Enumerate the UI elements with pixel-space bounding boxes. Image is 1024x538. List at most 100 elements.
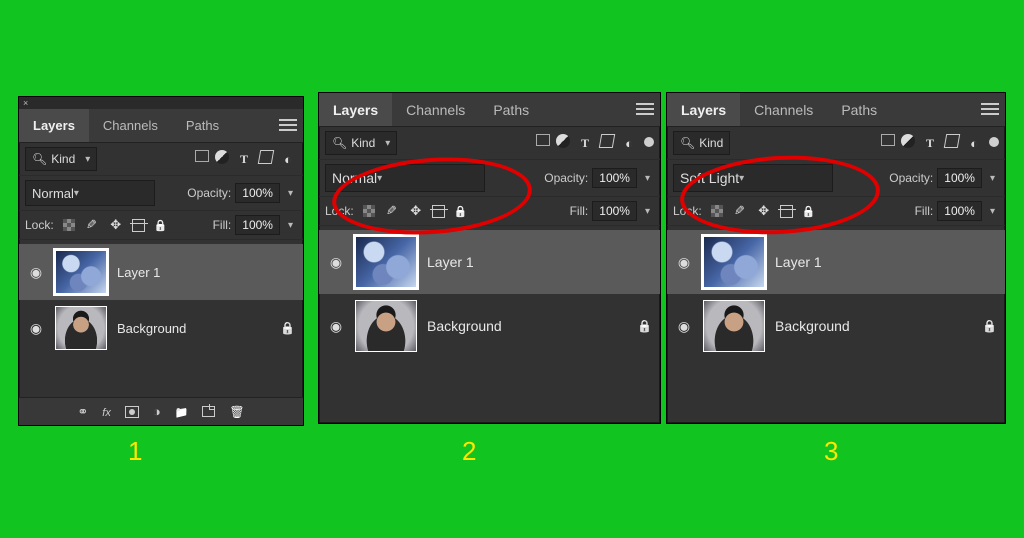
visibility-icon[interactable]: [675, 254, 693, 271]
lock-all-icon[interactable]: [453, 203, 469, 219]
lock-position-icon[interactable]: [408, 203, 424, 219]
panel-menu-icon[interactable]: [279, 117, 297, 133]
tab-paths[interactable]: Paths: [827, 93, 891, 126]
visibility-icon[interactable]: [327, 254, 345, 271]
filter-kind-select[interactable]: 🔍︎ Kind: [325, 131, 397, 155]
lock-position-icon[interactable]: [756, 203, 772, 219]
fill-dropdown-icon[interactable]: ▾: [641, 206, 654, 217]
tab-layers[interactable]: Layers: [19, 109, 89, 142]
lock-artboard-icon[interactable]: [780, 205, 793, 218]
delete-layer-icon[interactable]: [229, 404, 244, 419]
opacity-dropdown-icon[interactable]: ▾: [284, 188, 297, 199]
opacity-dropdown-icon[interactable]: ▾: [641, 173, 654, 184]
opacity-value[interactable]: 100%: [235, 183, 280, 203]
opacity-value[interactable]: 100%: [592, 168, 637, 188]
fill-dropdown-icon[interactable]: ▾: [284, 220, 297, 231]
filter-type-icon[interactable]: [576, 134, 594, 152]
layer-row-layer1[interactable]: Layer 1: [667, 230, 1005, 294]
filter-toggle-icon[interactable]: [644, 137, 654, 147]
fill-label: Fill:: [915, 204, 934, 218]
layer-thumbnail[interactable]: [703, 236, 765, 288]
layer-row-background[interactable]: Background: [319, 294, 660, 358]
tab-channels[interactable]: Channels: [89, 109, 172, 142]
opacity-value[interactable]: 100%: [937, 168, 982, 188]
lock-pixels-icon[interactable]: [384, 203, 400, 219]
layer-row-layer1[interactable]: Layer 1: [19, 244, 303, 300]
link-layers-icon[interactable]: [77, 404, 88, 420]
filter-adjust-icon[interactable]: [556, 134, 570, 148]
filter-pixel-icon[interactable]: [881, 134, 895, 146]
filter-shape-icon[interactable]: [599, 134, 615, 148]
layer-name[interactable]: Layer 1: [427, 254, 652, 270]
lock-transparency-icon[interactable]: [62, 218, 76, 232]
fill-value[interactable]: 100%: [592, 201, 637, 221]
adjustment-layer-icon[interactable]: [153, 404, 161, 419]
lock-label: Lock:: [25, 218, 54, 232]
fill-value[interactable]: 100%: [937, 201, 982, 221]
blend-mode-select[interactable]: Soft Light: [673, 164, 833, 192]
visibility-icon[interactable]: [327, 318, 345, 335]
layer-thumbnail[interactable]: [55, 306, 107, 350]
layer-row-background[interactable]: Background: [667, 294, 1005, 358]
lock-all-icon[interactable]: [153, 217, 169, 233]
step-label-3: 3: [824, 436, 838, 467]
filter-type-icon[interactable]: [921, 134, 939, 152]
layer-name[interactable]: Layer 1: [775, 254, 997, 270]
filter-smart-icon[interactable]: [965, 134, 983, 152]
layer-row-layer1[interactable]: Layer 1: [319, 230, 660, 294]
lock-transparency-icon[interactable]: [362, 204, 376, 218]
tab-layers[interactable]: Layers: [667, 93, 740, 126]
layer-thumbnail[interactable]: [703, 300, 765, 352]
visibility-icon[interactable]: [27, 320, 45, 337]
lock-position-icon[interactable]: [108, 217, 124, 233]
lock-transparency-icon[interactable]: [710, 204, 724, 218]
layer-thumbnail[interactable]: [55, 250, 107, 294]
layer-thumbnail[interactable]: [355, 300, 417, 352]
filter-shape-icon[interactable]: [944, 134, 960, 148]
tab-channels[interactable]: Channels: [740, 93, 827, 126]
filter-shape-icon[interactable]: [258, 150, 274, 164]
tab-layers[interactable]: Layers: [319, 93, 392, 126]
filter-kind-select[interactable]: 🔍︎ Kind: [673, 131, 730, 155]
layer-name[interactable]: Background: [427, 318, 627, 334]
layer-thumbnail[interactable]: [355, 236, 417, 288]
visibility-icon[interactable]: [27, 264, 45, 281]
layer-fx-icon[interactable]: [102, 404, 111, 419]
tab-paths[interactable]: Paths: [172, 109, 233, 142]
blend-mode-select[interactable]: Normal: [325, 164, 485, 192]
filter-pixel-icon[interactable]: [195, 150, 209, 162]
visibility-icon[interactable]: [675, 318, 693, 335]
fill-dropdown-icon[interactable]: ▾: [986, 206, 999, 217]
filter-pixel-icon[interactable]: [536, 134, 550, 146]
layer-row-background[interactable]: Background: [19, 300, 303, 356]
lock-icons: [62, 217, 169, 233]
filter-kind-label: Kind: [351, 136, 375, 150]
filter-kind-label: Kind: [699, 136, 723, 150]
opacity-dropdown-icon[interactable]: ▾: [986, 173, 999, 184]
filter-type-icon[interactable]: [235, 150, 253, 168]
layer-name[interactable]: Background: [117, 321, 270, 336]
lock-artboard-icon[interactable]: [432, 205, 445, 218]
layer-name[interactable]: Layer 1: [117, 265, 295, 280]
lock-pixels-icon[interactable]: [732, 203, 748, 219]
lock-artboard-icon[interactable]: [132, 219, 145, 232]
tab-paths[interactable]: Paths: [479, 93, 543, 126]
filter-toggle-icon[interactable]: [989, 137, 999, 147]
filter-smart-icon[interactable]: [279, 150, 297, 168]
filter-smart-icon[interactable]: [620, 134, 638, 152]
lock-all-icon[interactable]: [801, 203, 817, 219]
lock-pixels-icon[interactable]: [84, 217, 100, 233]
panel-menu-icon[interactable]: [981, 101, 999, 117]
layer-name[interactable]: Background: [775, 318, 972, 334]
filter-adjust-icon[interactable]: [901, 134, 915, 148]
panel-close-strip[interactable]: ×: [19, 97, 303, 109]
add-mask-icon[interactable]: [125, 406, 139, 418]
filter-adjust-icon[interactable]: [215, 150, 229, 164]
panel-menu-icon[interactable]: [636, 101, 654, 117]
filter-kind-select[interactable]: 🔍︎ Kind: [25, 147, 97, 171]
tab-channels[interactable]: Channels: [392, 93, 479, 126]
new-group-icon[interactable]: [175, 404, 189, 419]
new-layer-icon[interactable]: [202, 406, 215, 417]
blend-mode-select[interactable]: Normal: [25, 180, 155, 206]
fill-value[interactable]: 100%: [235, 215, 280, 235]
